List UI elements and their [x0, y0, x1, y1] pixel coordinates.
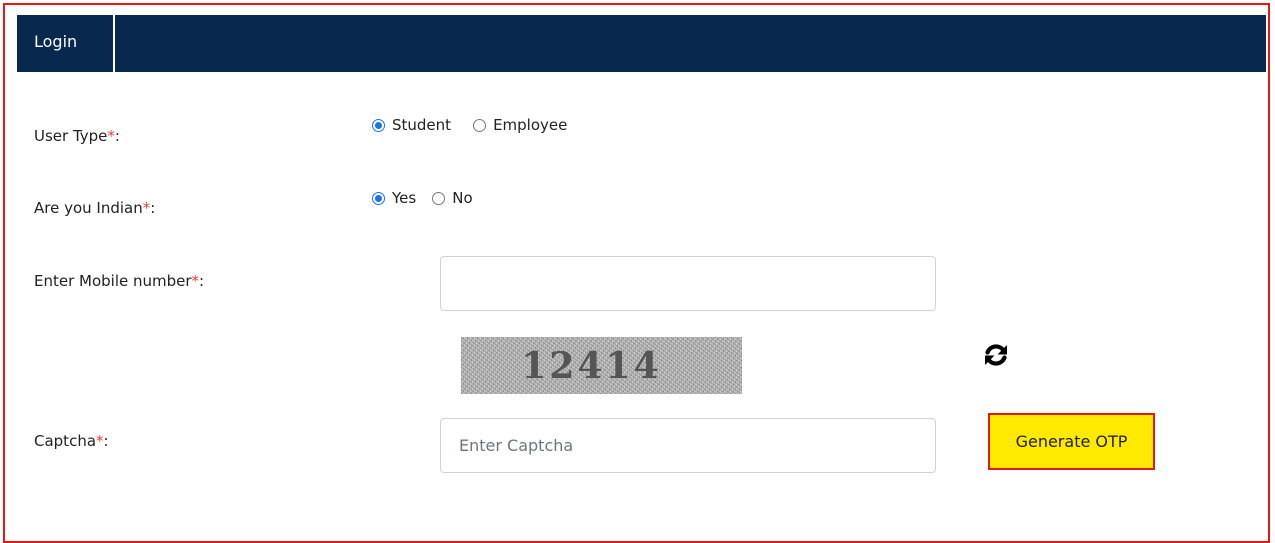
employee-radio[interactable] — [473, 118, 487, 132]
captcha-label: Captcha*: — [34, 432, 109, 450]
student-label: Student — [392, 116, 452, 134]
mobile-number-input[interactable] — [440, 256, 936, 311]
student-radio[interactable] — [372, 118, 385, 132]
user-type-employee-option[interactable]: Employee — [473, 116, 567, 134]
user-type-student-option[interactable]: Student — [372, 116, 451, 134]
refresh-icon[interactable] — [982, 340, 1010, 370]
user-type-radio-group: Student Employee — [372, 116, 567, 134]
indian-no-option[interactable]: No — [432, 189, 473, 207]
yes-label: Yes — [392, 189, 417, 207]
yes-radio[interactable] — [372, 191, 385, 205]
captcha-image: 12414 — [461, 337, 742, 394]
no-label: No — [452, 189, 473, 207]
no-radio[interactable] — [432, 191, 446, 205]
indian-yes-option[interactable]: Yes — [372, 189, 416, 207]
employee-label: Employee — [493, 116, 568, 134]
captcha-input[interactable] — [440, 418, 936, 473]
tab-login[interactable]: Login — [17, 15, 115, 72]
user-type-label: User Type*: — [34, 127, 120, 145]
required-mark: * — [96, 432, 104, 450]
indian-radio-group: Yes No — [372, 189, 473, 207]
required-mark: * — [191, 272, 200, 290]
indian-label: Are you Indian*: — [34, 199, 156, 217]
required-mark: * — [107, 127, 115, 145]
login-header: Login — [17, 15, 1266, 72]
captcha-text: 12414 — [521, 344, 662, 387]
mobile-label: Enter Mobile number*: — [34, 272, 205, 290]
generate-otp-button[interactable]: Generate OTP — [988, 413, 1155, 470]
